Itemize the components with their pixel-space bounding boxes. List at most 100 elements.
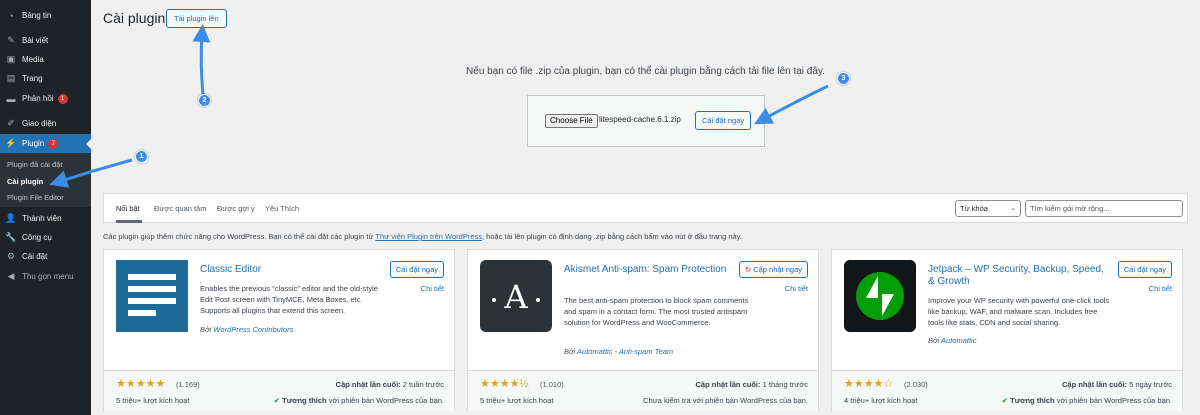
install-now-button[interactable]: Cài đặt ngay [695, 111, 752, 130]
plugin-name[interactable]: Akismet Anti-spam: Spam Protection [564, 264, 744, 276]
search-type-select[interactable]: Từ khóa ⌄ [955, 200, 1021, 217]
install-now-button[interactable]: Cài đặt ngay [1117, 261, 1172, 278]
page-icon: ▤ [6, 73, 16, 83]
choose-file-button[interactable]: Choose File [545, 114, 598, 128]
plugin-card-jetpack: Jetpack – WP Security, Backup, Speed, & … [831, 249, 1183, 411]
author-prefix: Bởi [564, 347, 576, 356]
tab-favorites[interactable]: Yêu Thích [265, 204, 299, 213]
plugin-name[interactable]: Classic Editor [200, 264, 380, 276]
plugin-card-classic-editor: Classic Editor Cài đặt ngay Chi tiết Ena… [103, 249, 455, 411]
plugin-intro-text: Các plugin giúp thêm chức năng cho WordP… [103, 232, 742, 241]
plugin-update-badge: 7 [48, 138, 59, 149]
check-icon: ✔ [1001, 396, 1009, 405]
last-updated-label: Cập nhật lần cuối: [335, 380, 401, 389]
sidebar-item-comments[interactable]: ▬ Phản hồi 1 [0, 89, 91, 108]
details-link[interactable]: Chi tiết [1149, 284, 1172, 293]
collapse-icon: ◀ [7, 271, 15, 281]
chevron-down-icon: ⌄ [1010, 205, 1016, 212]
annotation-marker-1: 1 [135, 150, 148, 163]
plugin-submenu: Plugin đã cài đặt Cài plugin Plugin File… [0, 153, 91, 207]
annotation-marker-2: 2 [198, 94, 211, 107]
rating-count: (2.030) [904, 380, 928, 389]
active-tab-indicator [116, 220, 142, 223]
compat-text: với phiên bản WordPress của bạn. [1056, 396, 1172, 405]
tab-popular[interactable]: Được quan tâm [154, 204, 206, 213]
sidebar-item-posts[interactable]: ✎ Bài viết [0, 31, 91, 50]
sidebar-item-dashboard[interactable]: ◔ Bảng tin [0, 6, 91, 25]
last-updated: Cập nhật lần cuối: 2 tuần trước [336, 380, 444, 389]
compat-label: Tương thích [1010, 396, 1055, 405]
plugin-description: Improve your WP security with powerful o… [928, 296, 1110, 327]
dashboard-icon: ◔ [8, 10, 14, 21]
sidebar-item-settings[interactable]: ⚙ Cài đặt [0, 247, 91, 266]
comment-icon: ▬ [6, 93, 16, 104]
sidebar-item-label: Cài đặt [22, 252, 48, 261]
author-prefix: Bởi [200, 325, 212, 334]
sidebar-item-label: Bài viết [22, 36, 49, 45]
search-type-value: Từ khóa [960, 204, 988, 213]
upload-form: Choose File litespeed-cache.6.1.zip Cài … [527, 95, 765, 147]
author-prefix: Bởi [928, 336, 940, 345]
wrench-icon: 🔧 [5, 232, 17, 242]
rating-count: (1.010) [540, 380, 564, 389]
sidebar-item-label: Phản hồi [22, 94, 54, 103]
details-link[interactable]: Chi tiết [421, 284, 444, 293]
sidebar-item-media[interactable]: ▣ Media [0, 50, 91, 69]
plugin-card-footer: ★★★★★ (1.169) Cập nhật lần cuối: 2 tuần … [104, 370, 454, 411]
plugin-filter-bar: Nổi bật Được quan tâm Được gợi ý Yêu Thí… [103, 193, 1188, 223]
sidebar-item-label: Thành viên [22, 214, 62, 223]
sidebar-item-label: Media [22, 55, 44, 64]
intro-text-end: , hoặc tải lên plugin có định dạng .zip … [482, 232, 742, 241]
check-icon: ✔ [273, 396, 281, 405]
active-installs: 4 triệu+ lượt kích hoạt [844, 396, 918, 405]
submenu-installed-plugins[interactable]: Plugin đã cài đặt [7, 160, 62, 169]
author-link[interactable]: WordPress Contributors [213, 325, 293, 334]
media-icon: ▣ [6, 54, 16, 64]
sidebar-item-appearance[interactable]: ✐ Giao diện [0, 114, 91, 133]
akismet-logo-icon: A [480, 260, 552, 332]
update-now-label: Cập nhật ngay [753, 265, 802, 274]
update-now-button[interactable]: ↻ Cập nhật ngay [738, 261, 808, 278]
rating-count: (1.169) [176, 380, 200, 389]
selected-file-name: litespeed-cache.6.1.zip [599, 115, 681, 124]
tab-recommended[interactable]: Được gợi ý [217, 204, 255, 213]
plugin-author: Bởi Automattic [928, 336, 976, 345]
sidebar-item-users[interactable]: 👤 Thành viên [0, 209, 91, 228]
install-now-button[interactable]: Cài đặt ngay [389, 261, 444, 278]
author-link[interactable]: Automattic - Anti-spam Team [577, 347, 673, 356]
users-icon: 👤 [5, 213, 17, 223]
details-link[interactable]: Chi tiết [785, 284, 808, 293]
brush-icon: ✐ [7, 118, 15, 128]
last-updated-value: 5 ngày trước [1129, 380, 1172, 389]
plugin-author: Bởi WordPress Contributors [200, 325, 293, 334]
plugin-name[interactable]: Jetpack – WP Security, Backup, Speed, & … [928, 264, 1108, 288]
plugin-author: Bởi Automattic - Anti-spam Team [564, 347, 673, 356]
classic-editor-logo-icon [116, 260, 188, 332]
update-icon: ↻ [744, 265, 752, 274]
last-updated: Cập nhật lần cuối: 1 tháng trước [696, 380, 809, 389]
sidebar-item-label: Bảng tin [22, 11, 52, 20]
sidebar-item-pages[interactable]: ▤ Trang [0, 69, 91, 88]
admin-sidebar: ◔ Bảng tin ✎ Bài viết ▣ Media ▤ Trang ▬ … [0, 0, 91, 415]
sidebar-item-tools[interactable]: 🔧 Công cụ [0, 228, 91, 247]
intro-text-start: Các plugin giúp thêm chức năng cho WordP… [103, 232, 376, 241]
pin-icon: ✎ [7, 35, 15, 45]
search-input[interactable] [1025, 200, 1183, 217]
tab-featured[interactable]: Nổi bật [116, 204, 140, 213]
plugin-icon: ⚡ [5, 138, 17, 148]
compat-text: với phiên bản WordPress của bạn. [328, 396, 444, 405]
sidebar-item-label: Trang [22, 74, 43, 83]
submenu-add-plugin[interactable]: Cài plugin [7, 177, 43, 186]
sidebar-item-plugins[interactable]: ⚡ Plugin 7 [0, 134, 91, 153]
plugin-directory-link[interactable]: Thư viện Plugin trên WordPress [375, 232, 482, 241]
upload-instructions: Nếu bạn có file .zip của plugin, bạn có … [466, 66, 825, 77]
active-installs: 5 triệu+ lượt kích hoạt [116, 396, 190, 405]
collapse-menu-button[interactable]: ◀ Thu gọn menu [0, 267, 91, 286]
submenu-plugin-file-editor[interactable]: Plugin File Editor [7, 193, 64, 202]
last-updated: Cập nhật lần cuối: 5 ngày trước [1062, 380, 1172, 389]
settings-icon: ⚙ [6, 251, 16, 261]
plugin-card-akismet: A Akismet Anti-spam: Spam Protection ↻ C… [467, 249, 819, 411]
compatibility: ✔ Tương thích với phiên bản WordPress củ… [274, 396, 444, 405]
author-link[interactable]: Automattic [941, 336, 976, 345]
upload-plugin-button[interactable]: Tải plugin lên [166, 9, 227, 28]
